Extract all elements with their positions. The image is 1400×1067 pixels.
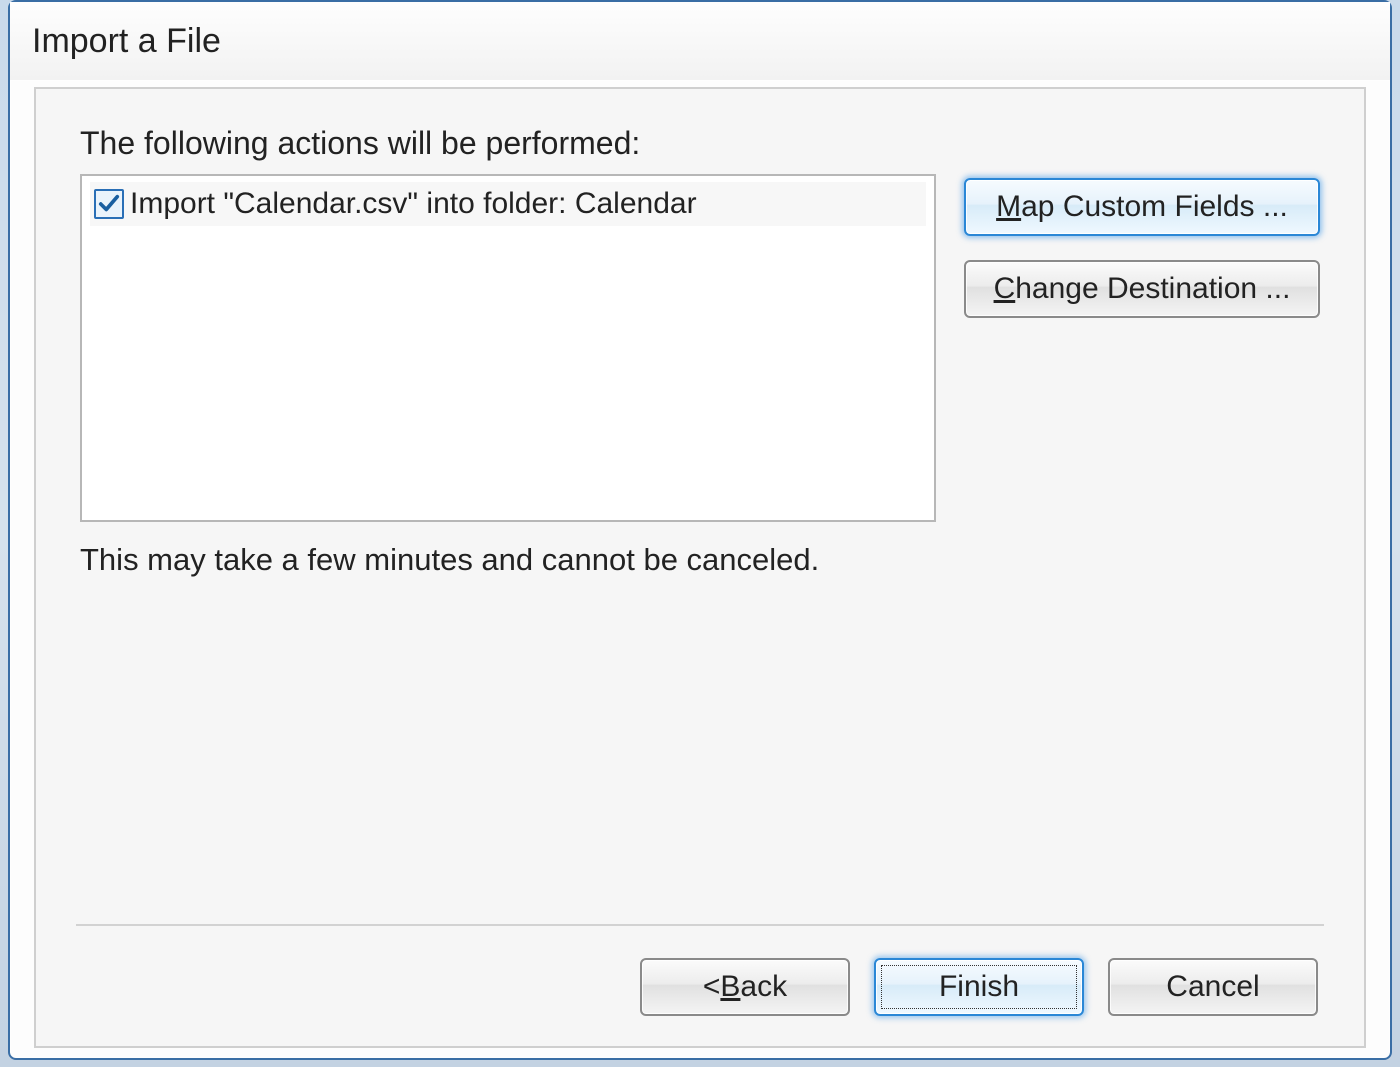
map-custom-fields-button[interactable]: Map Custom Fields ... [964, 178, 1320, 236]
side-buttons: Map Custom Fields ... Change Destination… [964, 174, 1320, 522]
finish-label: Finish [939, 970, 1019, 1004]
spacer [80, 578, 1320, 924]
back-button[interactable]: < Back [640, 958, 850, 1016]
finish-button[interactable]: Finish [874, 958, 1084, 1016]
note-label: This may take a few minutes and cannot b… [80, 542, 1320, 578]
change-destination-button[interactable]: Change Destination ... [964, 260, 1320, 318]
cancel-label: Cancel [1166, 970, 1259, 1004]
dialog-title: Import a File [32, 22, 221, 61]
middle-row: Import "Calendar.csv" into folder: Calen… [80, 174, 1320, 522]
actions-list[interactable]: Import "Calendar.csv" into folder: Calen… [80, 174, 936, 522]
title-bar: Import a File [10, 2, 1390, 81]
map-btn-underline: M [996, 190, 1021, 224]
import-file-dialog: Import a File The following actions will… [8, 0, 1392, 1060]
back-btn-underline: B [720, 970, 740, 1004]
separator [76, 924, 1324, 926]
nav-buttons: < Back Finish Cancel [80, 958, 1320, 1022]
action-item[interactable]: Import "Calendar.csv" into folder: Calen… [90, 182, 926, 226]
change-btn-underline: C [994, 272, 1016, 306]
back-btn-pre: < [703, 970, 721, 1004]
client-area: The following actions will be performed:… [34, 87, 1366, 1048]
change-btn-post: hange Destination ... [1015, 272, 1290, 306]
cancel-button[interactable]: Cancel [1108, 958, 1318, 1016]
map-btn-post: ap Custom Fields ... [1021, 190, 1288, 224]
action-item-label: Import "Calendar.csv" into folder: Calen… [130, 187, 697, 221]
actions-prompt-label: The following actions will be performed: [80, 125, 1320, 162]
back-btn-post: ack [740, 970, 787, 1004]
checkbox-icon[interactable] [94, 189, 124, 219]
